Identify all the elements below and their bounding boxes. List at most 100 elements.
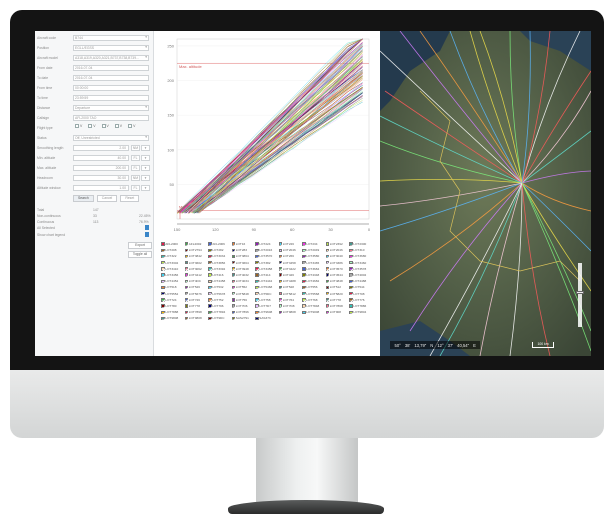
- legend-checkbox[interactable]: [349, 242, 353, 246]
- legend-checkbox[interactable]: [302, 254, 306, 259]
- legend-checkbox[interactable]: [208, 260, 212, 265]
- checkbox-icon[interactable]: [75, 124, 79, 129]
- numeric-input[interactable]: 1.00: [73, 184, 129, 191]
- legend-checkbox[interactable]: [208, 248, 212, 253]
- checkbox-icon[interactable]: [128, 124, 133, 129]
- legend-checkbox[interactable]: [161, 298, 165, 302]
- legend-checkbox[interactable]: [184, 279, 188, 284]
- legend-item[interactable]: LOT908: [325, 309, 350, 315]
- legend-item[interactable]: SAS2791: [231, 315, 256, 321]
- legend-checkbox[interactable]: [184, 304, 188, 308]
- legend-checkbox[interactable]: [208, 298, 212, 302]
- legend-checkbox[interactable]: [349, 248, 353, 253]
- legend-checkbox[interactable]: [302, 291, 306, 296]
- toggle-switch[interactable]: [145, 232, 149, 237]
- legend-checkbox[interactable]: [325, 291, 329, 296]
- legend-checkbox[interactable]: [161, 316, 165, 321]
- legend-checkbox[interactable]: [161, 260, 165, 265]
- legend-checkbox[interactable]: [184, 267, 188, 271]
- numeric-input[interactable]: 200.00: [73, 164, 129, 171]
- legend-checkbox[interactable]: [349, 285, 353, 290]
- legend-checkbox[interactable]: [184, 316, 188, 321]
- reset-button[interactable]: Reset: [120, 195, 140, 202]
- legend-checkbox[interactable]: [302, 279, 306, 284]
- legend-checkbox[interactable]: [255, 260, 259, 265]
- legend-checkbox[interactable]: [278, 310, 282, 315]
- legend-checkbox[interactable]: [349, 304, 353, 308]
- legend-checkbox[interactable]: [161, 279, 165, 284]
- legend-checkbox[interactable]: [302, 260, 306, 265]
- zoom-slider[interactable]: [576, 263, 584, 327]
- legend-checkbox[interactable]: [255, 279, 259, 284]
- legend-checkbox[interactable]: [184, 260, 188, 265]
- legend-item[interactable]: SAS373: [255, 315, 279, 321]
- unit-select[interactable]: NM: [131, 144, 140, 151]
- flight-type-checkbox[interactable]: V: [101, 124, 109, 129]
- legend-checkbox[interactable]: [325, 298, 329, 302]
- legend-checkbox[interactable]: [184, 291, 188, 296]
- numeric-input[interactable]: 40.00: [73, 154, 129, 161]
- chevron-down-icon[interactable]: ▾: [141, 164, 150, 171]
- legend-checkbox[interactable]: [349, 254, 353, 259]
- text-field[interactable]: 00:00:00: [73, 84, 149, 91]
- legend-checkbox[interactable]: [325, 267, 329, 271]
- legend-item[interactable]: LOT9808: [161, 315, 185, 321]
- legend-checkbox[interactable]: [278, 285, 282, 290]
- checkbox-icon[interactable]: [101, 124, 106, 129]
- unit-select[interactable]: NM: [131, 174, 140, 181]
- legend-checkbox[interactable]: [161, 242, 165, 246]
- legend-checkbox[interactable]: [325, 279, 329, 284]
- legend-checkbox[interactable]: [231, 279, 235, 284]
- chevron-down-icon[interactable]: ▾: [141, 184, 150, 191]
- legend-checkbox[interactable]: [231, 248, 235, 253]
- legend-checkbox[interactable]: [208, 279, 212, 284]
- numeric-input[interactable]: 2.00: [73, 144, 129, 151]
- legend-checkbox[interactable]: [278, 298, 282, 302]
- legend-checkbox[interactable]: [278, 279, 282, 284]
- select-field[interactable]: A318,A319,A320,A321,B737,B738,B739...: [73, 54, 149, 61]
- cancel-button[interactable]: Cancel: [96, 195, 118, 202]
- legend-checkbox[interactable]: [278, 242, 282, 246]
- legend-checkbox[interactable]: [325, 310, 329, 315]
- legend-checkbox[interactable]: [208, 285, 212, 290]
- legend-checkbox[interactable]: [231, 254, 235, 259]
- legend-checkbox[interactable]: [255, 248, 259, 253]
- legend-checkbox[interactable]: [161, 310, 165, 315]
- legend-checkbox[interactable]: [325, 304, 329, 308]
- legend-checkbox[interactable]: [161, 254, 165, 259]
- checkbox-icon[interactable]: [88, 124, 93, 129]
- numeric-input[interactable]: 30.00: [73, 174, 129, 181]
- legend-checkbox[interactable]: [161, 273, 165, 277]
- legend-checkbox[interactable]: [161, 291, 165, 296]
- legend-checkbox[interactable]: [255, 267, 259, 271]
- legend-checkbox[interactable]: [349, 267, 353, 271]
- legend-checkbox[interactable]: [161, 267, 165, 271]
- select-field[interactable]: EGLL/EGSS: [73, 44, 149, 51]
- legend-checkbox[interactable]: [325, 248, 329, 253]
- legend-checkbox[interactable]: [161, 248, 165, 253]
- legend-checkbox[interactable]: [325, 242, 329, 246]
- legend-checkbox[interactable]: [349, 273, 353, 277]
- legend-checkbox[interactable]: [255, 304, 259, 308]
- legend-checkbox[interactable]: [184, 298, 188, 302]
- chevron-down-icon[interactable]: ▾: [141, 174, 150, 181]
- legend-checkbox[interactable]: [302, 267, 306, 271]
- legend-item[interactable]: LOT9008: [302, 309, 326, 315]
- legend-checkbox[interactable]: [349, 298, 353, 302]
- zoom-handle[interactable]: [576, 291, 584, 294]
- legend-checkbox[interactable]: [208, 242, 212, 246]
- legend-checkbox[interactable]: [208, 273, 212, 277]
- legend-checkbox[interactable]: [184, 242, 188, 246]
- legend-checkbox[interactable]: [278, 273, 282, 277]
- flight-type-checkbox[interactable]: V: [88, 124, 96, 129]
- legend-checkbox[interactable]: [302, 273, 306, 277]
- legend-checkbox[interactable]: [325, 260, 329, 265]
- legend-checkbox[interactable]: [231, 285, 235, 290]
- legend-checkbox[interactable]: [278, 304, 282, 308]
- legend-checkbox[interactable]: [231, 316, 235, 321]
- legend-checkbox[interactable]: [255, 254, 259, 259]
- legend-checkbox[interactable]: [255, 242, 259, 246]
- legend-checkbox[interactable]: [278, 254, 282, 259]
- legend-checkbox[interactable]: [302, 310, 306, 315]
- legend-checkbox[interactable]: [325, 285, 329, 290]
